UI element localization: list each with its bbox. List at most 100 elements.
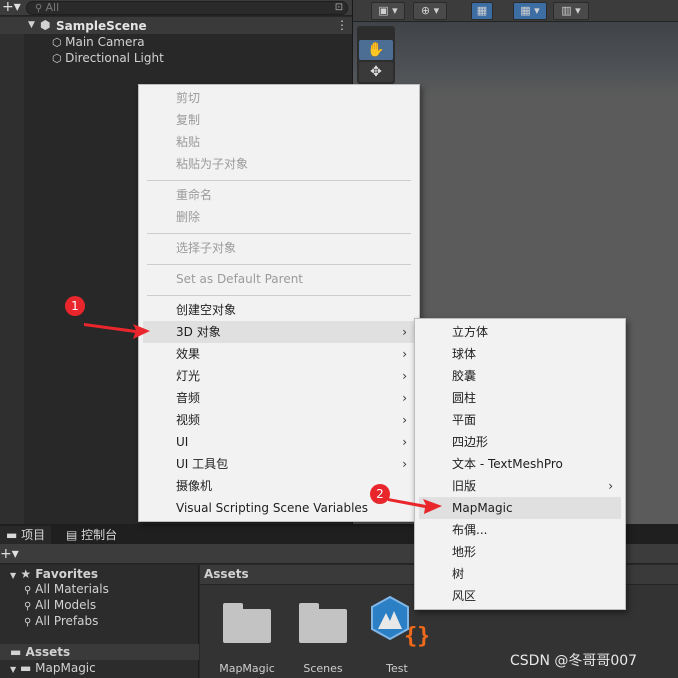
submenu-item-sphere[interactable]: 球体	[419, 343, 621, 365]
increment-dropdown-button[interactable]: ▥ ▾	[553, 2, 589, 20]
submenu-item-cylinder[interactable]: 圆柱	[419, 387, 621, 409]
expand-arrow-icon: ▼	[10, 665, 17, 674]
search-icon: ⚲	[24, 617, 32, 628]
folder-icon	[299, 603, 347, 643]
menu-item-label: 视频	[176, 413, 201, 427]
tool-palette: ✋ ✥	[357, 26, 395, 84]
search-options-icon[interactable]: ⊡	[333, 2, 345, 14]
submenu-item-cube[interactable]: 立方体	[419, 321, 621, 343]
gizmo-dropdown-button[interactable]: ▣ ▾	[371, 2, 405, 20]
scene-menu-icon[interactable]: ⋮	[336, 17, 348, 33]
asset-folder[interactable]: MapMagic	[212, 599, 282, 678]
menu-item-label: 布偶...	[452, 523, 488, 537]
submenu-item-mapmagic[interactable]: MapMagic	[419, 497, 621, 519]
menu-item-label: 创建空对象	[176, 303, 237, 317]
assets-tree-item[interactable]: ▼ ▬ MapMagic	[10, 660, 96, 678]
asset-label: MapMagic	[219, 662, 275, 675]
menu-item-ui-toolkit[interactable]: UI 工具包 ›	[143, 453, 415, 475]
submenu-item-legacy[interactable]: 旧版 ›	[419, 475, 621, 497]
submenu-item-text-textmeshpro[interactable]: 文本 - TextMeshPro	[419, 453, 621, 475]
assets-tree-label: Assets	[25, 645, 71, 659]
menu-item-light[interactable]: 灯光 ›	[143, 365, 415, 387]
favorites-item-label: All Prefabs	[35, 614, 99, 628]
submenu-item-quad[interactable]: 四边形	[419, 431, 621, 453]
menu-item-cut[interactable]: 剪切	[143, 87, 415, 109]
tab-project[interactable]: ▬ 项目	[0, 526, 52, 544]
search-icon: ⚲	[24, 601, 32, 612]
menu-item-delete[interactable]: 删除	[143, 206, 415, 228]
menu-item-label: 胶囊	[452, 369, 477, 383]
menu-item-label: MapMagic	[452, 501, 513, 515]
tab-console-label: 控制台	[81, 528, 118, 542]
snap-dropdown-button[interactable]: ▦ ▾	[513, 2, 547, 20]
submenu-item-terrain[interactable]: 地形	[419, 541, 621, 563]
menu-item-effects[interactable]: 效果 ›	[143, 343, 415, 365]
asset-label: Test	[386, 662, 408, 675]
hand-tool-icon[interactable]: ✋	[359, 40, 393, 60]
menu-separator	[147, 264, 411, 265]
hierarchy-item[interactable]: ⬡ Directional Light	[52, 50, 164, 67]
menu-item-paste[interactable]: 粘贴	[143, 131, 415, 153]
favorites-item[interactable]: ⚲ All Prefabs	[24, 613, 98, 631]
menu-item-copy[interactable]: 复制	[143, 109, 415, 131]
create-dropdown-button[interactable]: +▾	[0, 0, 22, 15]
submenu-item-wind-zone[interactable]: 风区	[419, 585, 621, 607]
hierarchy-search-input[interactable]: ⚲ All ⊡	[26, 1, 348, 15]
menu-item-3d-object[interactable]: 3D 对象 ›	[143, 321, 415, 343]
submenu-item-capsule[interactable]: 胶囊	[419, 365, 621, 387]
search-placeholder: All	[45, 1, 60, 14]
favorites-item-label: All Models	[35, 598, 97, 612]
search-icon: ⚲	[35, 3, 46, 14]
menu-item-label: 3D 对象	[176, 325, 221, 339]
folder-icon	[223, 603, 271, 643]
asset-graph[interactable]: {} Test	[362, 595, 432, 678]
menu-item-label: 地形	[452, 545, 477, 559]
menu-item-paste-as-child[interactable]: 粘贴为子对象	[143, 153, 415, 175]
submenu-item-plane[interactable]: 平面	[419, 409, 621, 431]
global-dropdown-button[interactable]: ⊕ ▾	[413, 2, 447, 20]
menu-item-video[interactable]: 视频 ›	[143, 409, 415, 431]
menu-item-label: 树	[452, 567, 465, 581]
project-tree: ▼ ★ Favorites ⚲ All Materials ⚲ All Mode…	[0, 565, 199, 678]
submenu-item-ragdoll[interactable]: 布偶...	[419, 519, 621, 541]
menu-item-label: 灯光	[176, 369, 201, 383]
gameobject-cube-icon: ⬡	[52, 52, 66, 65]
chevron-right-icon: ›	[608, 479, 613, 493]
grid-toggle-button[interactable]: ▦	[471, 2, 493, 20]
search-icon: ⚲	[24, 585, 32, 596]
tab-console[interactable]: ▤ 控制台	[60, 526, 123, 544]
menu-item-rename[interactable]: 重命名	[143, 184, 415, 206]
chevron-right-icon: ›	[402, 347, 407, 361]
menu-item-label: 四边形	[452, 435, 489, 449]
asset-folder[interactable]: Scenes	[288, 599, 358, 678]
hierarchy-item-label: Directional Light	[65, 51, 164, 65]
menu-item-label: 球体	[452, 347, 477, 361]
menu-item-label: 效果	[176, 347, 201, 361]
menu-separator	[147, 180, 411, 181]
menu-item-create-empty[interactable]: 创建空对象	[143, 299, 415, 321]
assets-tree-header[interactable]: ▬ Assets	[0, 644, 199, 660]
menu-item-label: 平面	[452, 413, 477, 427]
menu-item-audio[interactable]: 音频 ›	[143, 387, 415, 409]
menu-item-label: 旧版	[452, 479, 477, 493]
scene-row[interactable]: ▼ ⬢ SampleScene ⋮	[0, 17, 352, 34]
create-asset-button[interactable]: +▾	[0, 545, 19, 563]
chevron-right-icon: ›	[402, 325, 407, 339]
scene-name: SampleScene	[56, 19, 147, 33]
hierarchy-item-label: Main Camera	[65, 35, 145, 49]
submenu-item-tree[interactable]: 树	[419, 563, 621, 585]
assets-tree-item-label: MapMagic	[35, 661, 96, 675]
expand-arrow-icon[interactable]: ▼	[28, 17, 35, 33]
menu-item-select-children[interactable]: 选择子对象	[143, 237, 415, 259]
chevron-right-icon: ›	[402, 413, 407, 427]
menu-separator	[147, 233, 411, 234]
chevron-right-icon: ›	[402, 435, 407, 449]
menu-separator	[147, 295, 411, 296]
hierarchy-item[interactable]: ⬡ Main Camera	[52, 34, 145, 51]
menu-item-label: UI	[176, 435, 189, 449]
watermark: CSDN @冬哥哥007	[510, 653, 638, 669]
menu-item-set-default-parent[interactable]: Set as Default Parent	[143, 268, 415, 290]
move-tool-icon[interactable]: ✥	[359, 62, 393, 82]
menu-item-label: 立方体	[452, 325, 489, 339]
menu-item-ui[interactable]: UI ›	[143, 431, 415, 453]
